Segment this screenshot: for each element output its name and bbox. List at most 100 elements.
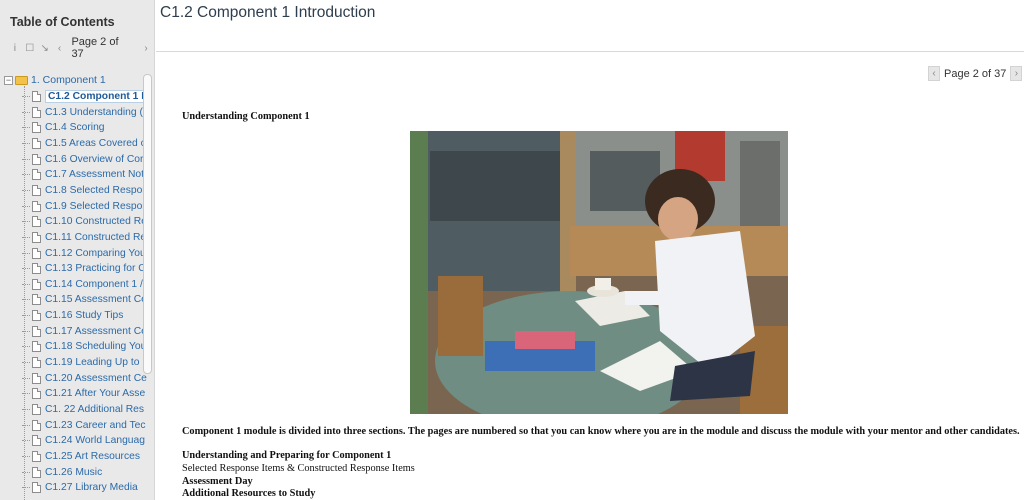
toc-item[interactable]: C1.6 Overview of Cor xyxy=(22,152,143,167)
sync-icon[interactable]: ↘ xyxy=(38,43,52,54)
toc-item-label: C1.24 World Languag xyxy=(45,435,145,447)
page-icon xyxy=(32,91,41,102)
toc-item[interactable]: C1.10 Constructed Re xyxy=(22,214,147,229)
page-icon xyxy=(32,466,41,478)
toc-item[interactable]: C1.7 Assessment Not xyxy=(22,167,144,182)
page-indicator: Page 2 of 37 xyxy=(944,67,1007,80)
toc-root-label: 1. Component 1 xyxy=(31,74,106,86)
section-heading: Understanding Component 1 xyxy=(182,111,310,122)
tree-connector xyxy=(22,174,30,176)
tree-connector xyxy=(22,409,30,410)
toc-item-label: C1.12 Comparing You xyxy=(45,247,146,259)
page-title: C1.2 Component 1 Introduction xyxy=(160,4,376,21)
collapse-toggle-icon[interactable]: − xyxy=(4,75,13,85)
toc-item-label: C1.2 Component 1 I xyxy=(45,90,148,103)
tree-connector xyxy=(22,96,30,97)
page-icon xyxy=(32,341,41,353)
toc-sidebar: Table of Contents ⅰ ☐ ↘ ‹ Page 2 of 37 ›… xyxy=(0,0,155,500)
toc-root-item[interactable]: − 1. Component 1 xyxy=(4,74,106,86)
page-icon xyxy=(32,388,41,400)
page-icon xyxy=(32,263,41,275)
tree-connector xyxy=(22,158,30,160)
toc-item[interactable]: C1.21 After Your Asse xyxy=(22,386,145,401)
toc-scrollbar[interactable] xyxy=(143,74,152,374)
page-icon xyxy=(32,137,41,149)
toc-item-label: C1.25 Art Resources xyxy=(45,450,141,462)
toc-item-label: C1.16 Study Tips xyxy=(45,310,124,322)
tree-connector xyxy=(22,455,30,457)
page-icon xyxy=(32,435,41,447)
toc-item[interactable]: C1.15 Assessment Ce xyxy=(22,292,147,307)
toc-item[interactable]: C1.5 Areas Covered c xyxy=(22,136,146,151)
next-page-icon[interactable]: › xyxy=(139,43,153,54)
toc-item-label: C1. 22 Additional Res xyxy=(45,404,145,415)
toc-page-indicator: Page 2 of 37 xyxy=(71,36,119,60)
toc-item[interactable]: C1.14 Component 1 / xyxy=(22,277,143,292)
toc-item[interactable]: C1.2 Component 1 I xyxy=(22,89,148,104)
page-icon xyxy=(32,153,41,165)
toc-item-label: C1.27 Library Media xyxy=(45,482,138,494)
cafe-photo-illustration xyxy=(410,131,788,414)
toc-item[interactable]: C1.9 Selected Respor xyxy=(22,199,146,214)
toc-item[interactable]: C1.26 Music xyxy=(22,465,102,480)
tree-connector xyxy=(22,127,30,129)
toc-item[interactable]: C1.8 Selected Respor xyxy=(22,183,146,198)
page-icon xyxy=(32,482,41,494)
page-icon xyxy=(32,404,41,415)
section-3-title: Additional Resources to Study xyxy=(182,488,316,499)
page-navigator: ‹ Page 2 of 37 › xyxy=(928,66,1023,81)
toc-item[interactable]: C1.23 Career and Tec xyxy=(22,418,146,433)
toc-item-label: C1.9 Selected Respor xyxy=(45,200,146,212)
tree-connector xyxy=(22,189,30,191)
toc-item[interactable]: C1.12 Comparing You xyxy=(22,246,146,261)
page-icon xyxy=(32,122,41,134)
toc-item[interactable]: C1.24 World Languag xyxy=(22,433,145,448)
prev-page-button[interactable]: ‹ xyxy=(928,66,940,81)
next-page-button[interactable]: › xyxy=(1010,66,1023,81)
toc-item[interactable]: C1.27 Library Media xyxy=(22,480,138,495)
toc-item[interactable]: C1.13 Practicing for C xyxy=(22,261,146,276)
toc-item-label: C1.8 Selected Respor xyxy=(45,184,146,196)
toc-item[interactable]: C1.17 Assessment Ce xyxy=(22,324,147,339)
toc-item[interactable]: C1.16 Study Tips xyxy=(22,308,123,323)
tree-connector xyxy=(22,315,30,317)
section-1-subtitle: Selected Response Items & Constructed Re… xyxy=(182,463,415,474)
toc-item-label: C1.19 Leading Up to xyxy=(45,357,140,369)
toc-item[interactable]: C1.3 Understanding ( xyxy=(22,105,143,120)
page-icon xyxy=(32,169,41,181)
toc-toolbar: ⅰ ☐ ↘ ‹ Page 2 of 37 › xyxy=(8,36,154,60)
tree-connector xyxy=(22,346,30,348)
toc-item[interactable]: C1.4 Scoring xyxy=(22,120,105,135)
tree-connector xyxy=(22,377,30,379)
collapse-icon[interactable]: ☐ xyxy=(23,43,37,54)
intro-paragraph: Component 1 module is divided into three… xyxy=(182,426,1020,437)
toc-item[interactable]: C1.18 Scheduling You xyxy=(22,339,146,354)
tree-connector xyxy=(22,268,30,270)
toc-item[interactable]: C1.11 Constructed Re xyxy=(22,230,146,245)
tree-connector xyxy=(22,299,30,301)
toc-item-label: C1.23 Career and Tec xyxy=(45,419,146,431)
toc-item-label: C1.7 Assessment Not xyxy=(45,169,145,181)
toc-item-label: C1.5 Areas Covered c xyxy=(45,137,146,149)
info-icon[interactable]: ⅰ xyxy=(8,43,22,54)
tree-connector xyxy=(22,111,30,113)
prev-page-icon[interactable]: ‹ xyxy=(53,43,67,54)
toc-item[interactable]: C1.25 Art Resources xyxy=(22,449,140,464)
toc-item-label: C1.10 Constructed Re xyxy=(45,216,147,228)
cafe-photo xyxy=(410,131,788,414)
toc-item-label: C1.13 Practicing for C xyxy=(45,263,146,275)
toc-item-label: C1.11 Constructed Re xyxy=(45,231,147,243)
page-icon xyxy=(32,106,41,118)
toc-item-label: C1.4 Scoring xyxy=(45,122,105,134)
folder-icon xyxy=(15,75,28,85)
toc-item[interactable]: C1.20 Assessment Ce xyxy=(22,371,147,386)
tree-connector xyxy=(22,393,30,395)
section-1-title: Understanding and Preparing for Componen… xyxy=(182,450,392,461)
toc-item-label: C1.6 Overview of Cor xyxy=(45,153,144,165)
page-icon xyxy=(32,278,41,290)
toc-item[interactable]: C1.19 Leading Up to xyxy=(22,355,139,370)
tree-connector xyxy=(22,440,30,442)
toc-title: Table of Contents xyxy=(10,15,115,29)
toc-item[interactable]: C1. 22 Additional Res xyxy=(22,402,144,417)
page-icon xyxy=(32,325,41,337)
